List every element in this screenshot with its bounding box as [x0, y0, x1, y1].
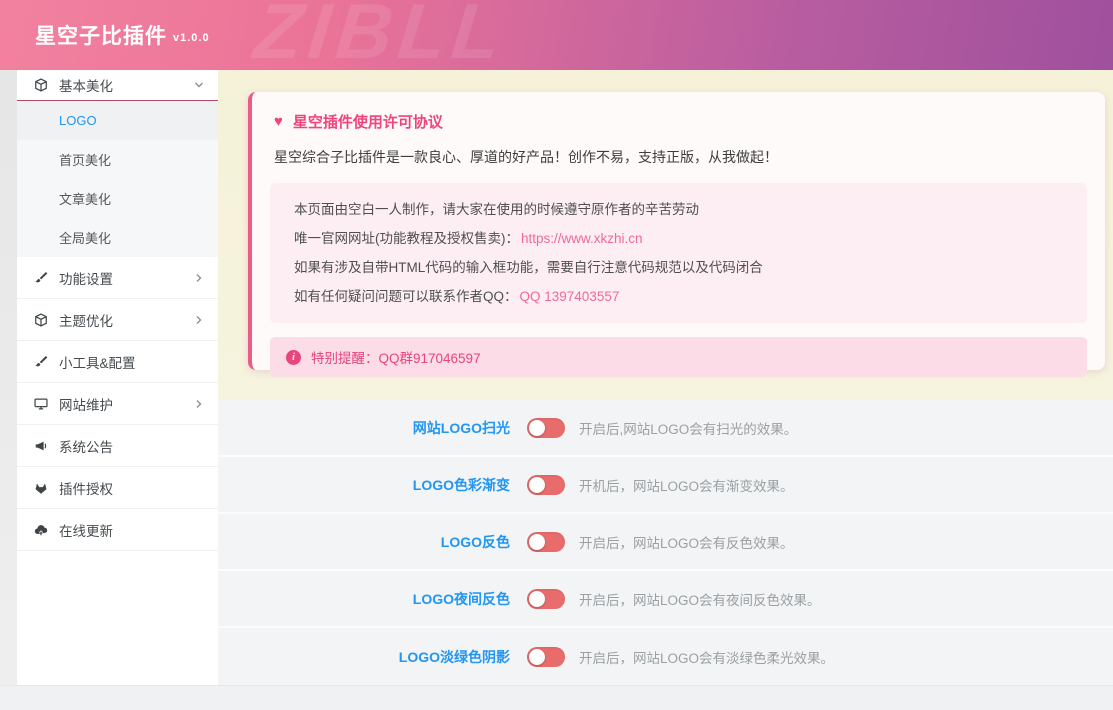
toggle-knob — [529, 591, 545, 607]
toggle-logo-invert[interactable] — [527, 532, 565, 552]
sidebar-item-label: 插件授权 — [59, 478, 204, 498]
sidebar-subitem-article-beautify[interactable]: 文章美化 — [17, 179, 218, 218]
sidebar-item-theme-optimize[interactable]: 主题优化 — [17, 299, 218, 341]
license-line: 本页面由空白一人制作，请大家在使用的时候遵守原作者的辛苦劳动 — [294, 195, 1063, 224]
sidebar-item-label: 功能设置 — [59, 268, 194, 288]
brush-icon — [33, 270, 49, 286]
fox-icon — [33, 480, 49, 496]
license-line-text: 本页面由空白一人制作，请大家在使用的时候遵守原作者的辛苦劳动 — [294, 202, 699, 217]
setting-label: LOGO反色 — [218, 532, 510, 552]
cube-icon — [33, 77, 49, 93]
sidebar-item-function-settings[interactable]: 功能设置 — [17, 257, 218, 299]
toggle-logo-green-shadow[interactable] — [527, 647, 565, 667]
sidebar-item-label: 系统公告 — [59, 436, 204, 456]
license-line: 唯一官网网址(功能教程及授权售卖)：https://www.xkzhi.cn — [294, 224, 1063, 253]
toggle-knob — [529, 420, 545, 436]
official-site-link[interactable]: https://www.xkzhi.cn — [521, 231, 643, 246]
cloud-upload-icon — [33, 522, 49, 538]
setting-row-logo-night-invert: LOGO夜间反色 开启后，网站LOGO会有夜间反色效果。 — [218, 571, 1113, 628]
sidebar-item-label: 基本美化 — [59, 75, 194, 95]
alert-value: QQ群917046597 — [379, 347, 481, 367]
brush-icon — [33, 354, 49, 370]
setting-row-logo-invert: LOGO反色 开启后，网站LOGO会有反色效果。 — [218, 514, 1113, 571]
license-card-title: ♥ 星空插件使用许可协议 — [274, 111, 1087, 132]
toggle-knob — [529, 649, 545, 665]
heart-icon: ♥ — [274, 113, 283, 130]
notice-section: ♥ 星空插件使用许可协议 星空综合子比插件是一款良心、厚道的好产品！创作不易，支… — [218, 70, 1113, 400]
watermark-text: ZIBLL — [250, 0, 511, 70]
sidebar-item-plugin-license[interactable]: 插件授权 — [17, 467, 218, 509]
sidebar-item-label: 网站维护 — [59, 394, 194, 414]
chevron-down-icon — [194, 80, 204, 90]
sidebar-item-label: 在线更新 — [59, 520, 204, 540]
sidebar-subitem-logo[interactable]: LOGO — [17, 101, 218, 140]
license-intro: 星空综合子比插件是一款良心、厚道的好产品！创作不易，支持正版，从我做起！ — [274, 147, 1087, 167]
sidebar-item-widgets-config[interactable]: 小工具&配置 — [17, 341, 218, 383]
sidebar-item-basic-beautify[interactable]: 基本美化 — [17, 70, 218, 101]
toggle-knob — [529, 534, 545, 550]
setting-desc: 开机后，网站LOGO会有渐变效果。 — [579, 475, 794, 495]
sidebar-subitem-home-beautify[interactable]: 首页美化 — [17, 140, 218, 179]
alert-label: 特别提醒： — [311, 347, 379, 367]
setting-desc: 开启后,网站LOGO会有扫光的效果。 — [579, 418, 797, 438]
sidebar-subitem-global-beautify[interactable]: 全局美化 — [17, 218, 218, 257]
sidebar-item-site-maintenance[interactable]: 网站维护 — [17, 383, 218, 425]
setting-desc: 开启后，网站LOGO会有淡绿色柔光效果。 — [579, 647, 834, 667]
setting-row-logo-gradient: LOGO色彩渐变 开机后，网站LOGO会有渐变效果。 — [218, 457, 1113, 514]
logo-settings-list: 网站LOGO扫光 开启后,网站LOGO会有扫光的效果。 LOGO色彩渐变 开机后… — [218, 400, 1113, 685]
toggle-logo-scan[interactable] — [527, 418, 565, 438]
license-line-text: 唯一官网网址(功能教程及授权售卖)： — [294, 231, 519, 246]
setting-desc: 开启后，网站LOGO会有夜间反色效果。 — [579, 589, 821, 609]
chevron-right-icon — [194, 399, 204, 409]
setting-label: 网站LOGO扫光 — [218, 418, 510, 438]
license-line-text: 如有任何疑问问题可以联系作者QQ： — [294, 289, 518, 304]
license-line-text: 如果有涉及自带HTML代码的输入框功能，需要自行注意代码规范以及代码闭合 — [294, 260, 763, 275]
setting-row-logo-scan: 网站LOGO扫光 开启后,网站LOGO会有扫光的效果。 — [218, 400, 1113, 457]
page-left-gutter — [0, 70, 17, 710]
desktop-icon — [33, 396, 49, 412]
sidebar-item-system-announcement[interactable]: 系统公告 — [17, 425, 218, 467]
app-title-text: 星空子比插件 — [35, 25, 167, 48]
license-line: 如有任何疑问问题可以联系作者QQ：QQ 1397403557 — [294, 282, 1063, 311]
license-card: ♥ 星空插件使用许可协议 星空综合子比插件是一款良心、厚道的好产品！创作不易，支… — [248, 92, 1105, 370]
cube-icon — [33, 312, 49, 328]
sidebar-item-online-update[interactable]: 在线更新 — [17, 509, 218, 551]
setting-desc: 开启后，网站LOGO会有反色效果。 — [579, 532, 794, 552]
info-icon: i — [286, 350, 301, 365]
special-reminder-alert: i 特别提醒： QQ群917046597 — [270, 337, 1087, 377]
sidebar: 基本美化 LOGO 首页美化 文章美化 全局美化 功能设置 主题优化 小工具&配… — [17, 70, 218, 685]
toggle-logo-gradient[interactable] — [527, 475, 565, 495]
sidebar-item-label: 小工具&配置 — [59, 352, 204, 372]
setting-label: LOGO夜间反色 — [218, 589, 510, 609]
app-title: 星空子比插件 v1.0.0 — [35, 20, 210, 50]
app-version: v1.0.0 — [173, 32, 210, 44]
author-qq-link[interactable]: QQ 1397403557 — [520, 289, 620, 304]
toggle-logo-night-invert[interactable] — [527, 589, 565, 609]
chevron-right-icon — [194, 273, 204, 283]
sidebar-item-label: 主题优化 — [59, 310, 194, 330]
app-header: ZIBLL 星空子比插件 v1.0.0 — [0, 0, 1113, 70]
license-line: 如果有涉及自带HTML代码的输入框功能，需要自行注意代码规范以及代码闭合 — [294, 253, 1063, 282]
megaphone-icon — [33, 438, 49, 454]
toggle-knob — [529, 477, 545, 493]
license-details: 本页面由空白一人制作，请大家在使用的时候遵守原作者的辛苦劳动 唯一官网网址(功能… — [270, 183, 1087, 323]
setting-label: LOGO淡绿色阴影 — [218, 647, 510, 667]
page-footer-area — [0, 685, 1113, 710]
license-title-text: 星空插件使用许可协议 — [293, 111, 443, 132]
setting-row-logo-green-shadow: LOGO淡绿色阴影 开启后，网站LOGO会有淡绿色柔光效果。 — [218, 628, 1113, 685]
setting-label: LOGO色彩渐变 — [218, 475, 510, 495]
sidebar-submenu-basic-beautify: LOGO 首页美化 文章美化 全局美化 — [17, 101, 218, 257]
chevron-right-icon — [194, 315, 204, 325]
